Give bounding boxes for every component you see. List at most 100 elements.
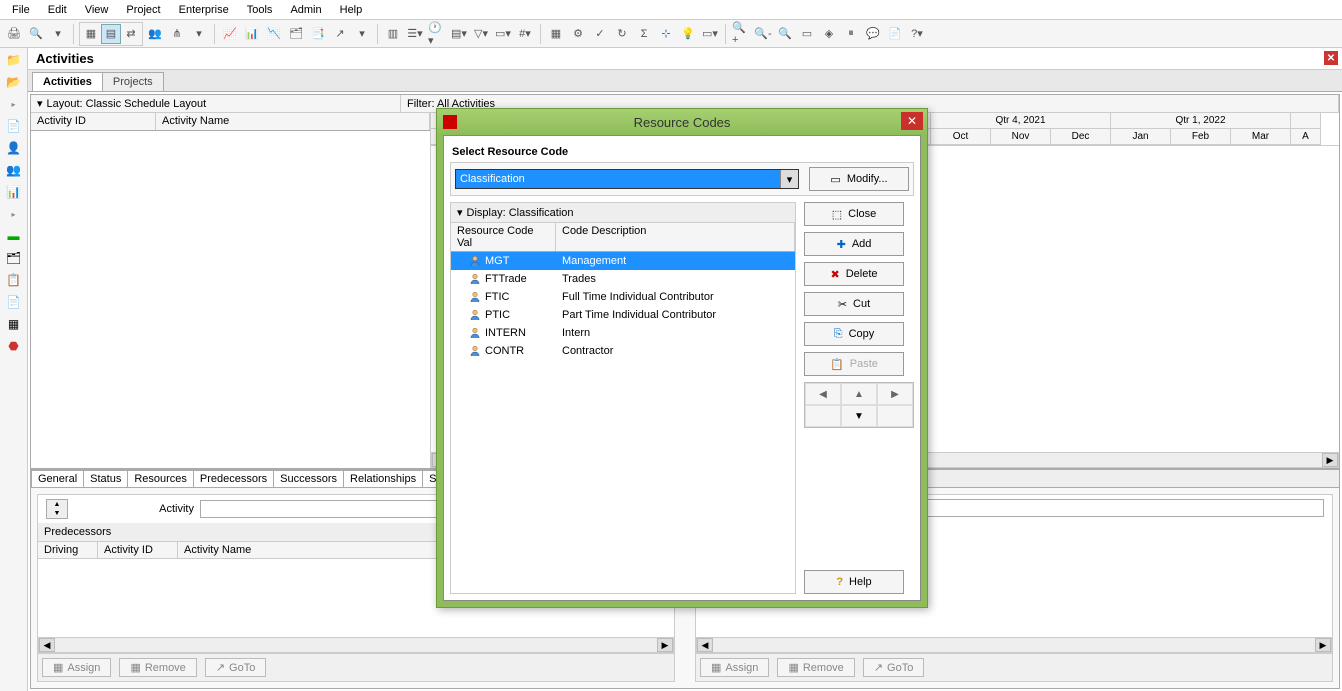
- chart6-icon[interactable]: ↗: [330, 24, 350, 44]
- spotlight-icon[interactable]: 💡: [678, 24, 698, 44]
- goto-button[interactable]: ↗GoTo: [205, 658, 267, 677]
- col-activity-name[interactable]: Activity Name: [156, 113, 430, 130]
- assign-button[interactable]: ▦Assign: [42, 658, 111, 677]
- sidebar-doc-icon[interactable]: 📄: [6, 118, 22, 134]
- scroll-left-icon[interactable]: ◀: [697, 638, 713, 652]
- zoom-fit-icon[interactable]: 🔍: [775, 24, 795, 44]
- view-table-icon[interactable]: ▦: [81, 24, 101, 44]
- dialog-titlebar[interactable]: Resource Codes ✕: [437, 109, 927, 135]
- sidebar-reports-icon[interactable]: 📊: [6, 184, 22, 200]
- comment-icon[interactable]: 💬: [863, 24, 883, 44]
- tab-successors[interactable]: Successors: [273, 470, 344, 487]
- store-icon[interactable]: ▭▾: [700, 24, 720, 44]
- menu-help[interactable]: Help: [332, 2, 371, 18]
- help-button[interactable]: ?Help: [804, 570, 904, 594]
- help-icon[interactable]: ?▾: [907, 24, 927, 44]
- hash-icon[interactable]: #▾: [515, 24, 535, 44]
- dropdown3-icon[interactable]: ▾: [352, 24, 372, 44]
- nav-right[interactable]: ▶: [877, 383, 913, 405]
- code-row[interactable]: FTICFull Time Individual Contributor: [451, 288, 795, 306]
- copy-button[interactable]: ⎘Copy: [804, 322, 904, 346]
- classification-combo[interactable]: Classification ▾: [455, 169, 799, 189]
- timescale-icon[interactable]: 🕐▾: [427, 24, 447, 44]
- cut-button[interactable]: ✂Cut: [804, 292, 904, 316]
- dialog-close-icon[interactable]: ✕: [901, 112, 923, 130]
- col-code-value[interactable]: Resource Code Val: [451, 223, 556, 251]
- layout-icon[interactable]: ▭▾: [493, 24, 513, 44]
- code-row[interactable]: CONTRContractor: [451, 342, 795, 360]
- tab-projects[interactable]: Projects: [102, 72, 164, 91]
- zoom-out-icon[interactable]: 🔍-: [753, 24, 773, 44]
- summarize-icon[interactable]: Σ: [634, 24, 654, 44]
- tab-status[interactable]: Status: [83, 470, 128, 487]
- sidebar-arrow2-icon[interactable]: ▸: [6, 206, 22, 222]
- paste-button[interactable]: 📋Paste: [804, 352, 904, 376]
- view-gantt-icon[interactable]: ▤: [101, 24, 121, 44]
- menu-enterprise[interactable]: Enterprise: [171, 2, 237, 18]
- assign-button-2[interactable]: ▦Assign: [700, 658, 769, 677]
- chevron-down-icon[interactable]: ▾: [457, 206, 463, 219]
- pred-hscroll[interactable]: ◀ ▶: [38, 637, 674, 653]
- tab-predecessors[interactable]: Predecessors: [193, 470, 274, 487]
- menu-admin[interactable]: Admin: [282, 2, 329, 18]
- chevron-down-icon[interactable]: ▾: [37, 97, 43, 110]
- menu-view[interactable]: View: [77, 2, 117, 18]
- goto-icon[interactable]: ⏸: [841, 24, 861, 44]
- code-row[interactable]: MGTManagement: [451, 252, 795, 270]
- dropdown-icon[interactable]: ▾: [48, 24, 68, 44]
- zoom-in-icon[interactable]: 🔍+: [731, 24, 751, 44]
- view-trace-icon[interactable]: ⇄: [121, 24, 141, 44]
- nav-left[interactable]: ◀: [805, 383, 841, 405]
- code-row[interactable]: PTICPart Time Individual Contributor: [451, 306, 795, 324]
- modify-button[interactable]: ▭ Modify...: [809, 167, 909, 191]
- sidebar-wp-icon[interactable]: 📄: [6, 294, 22, 310]
- scroll-right-icon[interactable]: ▶: [1322, 453, 1338, 467]
- sidebar-tracking-icon[interactable]: ▬: [6, 228, 22, 244]
- chevron-down-icon[interactable]: ▾: [780, 170, 798, 188]
- print-preview-icon[interactable]: 🔍: [26, 24, 46, 44]
- sidebar-assign-icon[interactable]: 👥: [6, 162, 22, 178]
- code-row[interactable]: INTERNIntern: [451, 324, 795, 342]
- col-activity-id[interactable]: Activity ID: [31, 113, 156, 130]
- display-bar[interactable]: ▾ Display: Classification: [451, 203, 795, 223]
- schedule-icon[interactable]: ▦: [546, 24, 566, 44]
- tab-general[interactable]: General: [31, 470, 84, 487]
- remove-button-2[interactable]: ▦Remove: [777, 658, 854, 677]
- chart1-icon[interactable]: 📈: [220, 24, 240, 44]
- recalc-icon[interactable]: ↻: [612, 24, 632, 44]
- group-icon[interactable]: ▤▾: [449, 24, 469, 44]
- add-button[interactable]: ✚Add: [804, 232, 904, 256]
- tab-resources[interactable]: Resources: [127, 470, 194, 487]
- menu-file[interactable]: File: [4, 2, 38, 18]
- col-code-desc[interactable]: Code Description: [556, 223, 795, 251]
- col-pred-activity-id[interactable]: Activity ID: [98, 542, 178, 558]
- menu-tools[interactable]: Tools: [239, 2, 281, 18]
- wbs-icon[interactable]: 👥: [145, 24, 165, 44]
- nav-down[interactable]: ▼: [841, 405, 877, 427]
- goto-button-2[interactable]: ↗GoTo: [863, 658, 925, 677]
- tab-activities[interactable]: Activities: [32, 72, 103, 91]
- filter-icon[interactable]: ▽▾: [471, 24, 491, 44]
- expand-icon[interactable]: ▭: [797, 24, 817, 44]
- menu-edit[interactable]: Edit: [40, 2, 75, 18]
- level-icon[interactable]: ⚙: [568, 24, 588, 44]
- sidebar-open-icon[interactable]: 📂: [6, 74, 22, 90]
- sidebar-activities-icon[interactable]: 📋: [6, 272, 22, 288]
- succ-hscroll[interactable]: ◀ ▶: [696, 637, 1332, 653]
- remove-button[interactable]: ▦Remove: [119, 658, 196, 677]
- chart3-icon[interactable]: 📉: [264, 24, 284, 44]
- chart2-icon[interactable]: 📊: [242, 24, 262, 44]
- progress-icon[interactable]: ⊹: [656, 24, 676, 44]
- sidebar-arrow-icon[interactable]: ▸: [6, 96, 22, 112]
- sidebar-projects-icon[interactable]: 📁: [6, 52, 22, 68]
- close-view-icon[interactable]: ✕: [1324, 51, 1338, 65]
- bars-icon[interactable]: ☰▾: [405, 24, 425, 44]
- delete-button[interactable]: ✖Delete: [804, 262, 904, 286]
- report-icon[interactable]: 📄: [885, 24, 905, 44]
- tree-icon[interactable]: ⋔: [167, 24, 187, 44]
- close-button[interactable]: ⬚Close: [804, 202, 904, 226]
- scroll-right-icon[interactable]: ▶: [1315, 638, 1331, 652]
- sidebar-wbs-icon[interactable]: 🗂: [6, 250, 22, 266]
- sidebar-expenses-icon[interactable]: ▦: [6, 316, 22, 332]
- menu-project[interactable]: Project: [118, 2, 168, 18]
